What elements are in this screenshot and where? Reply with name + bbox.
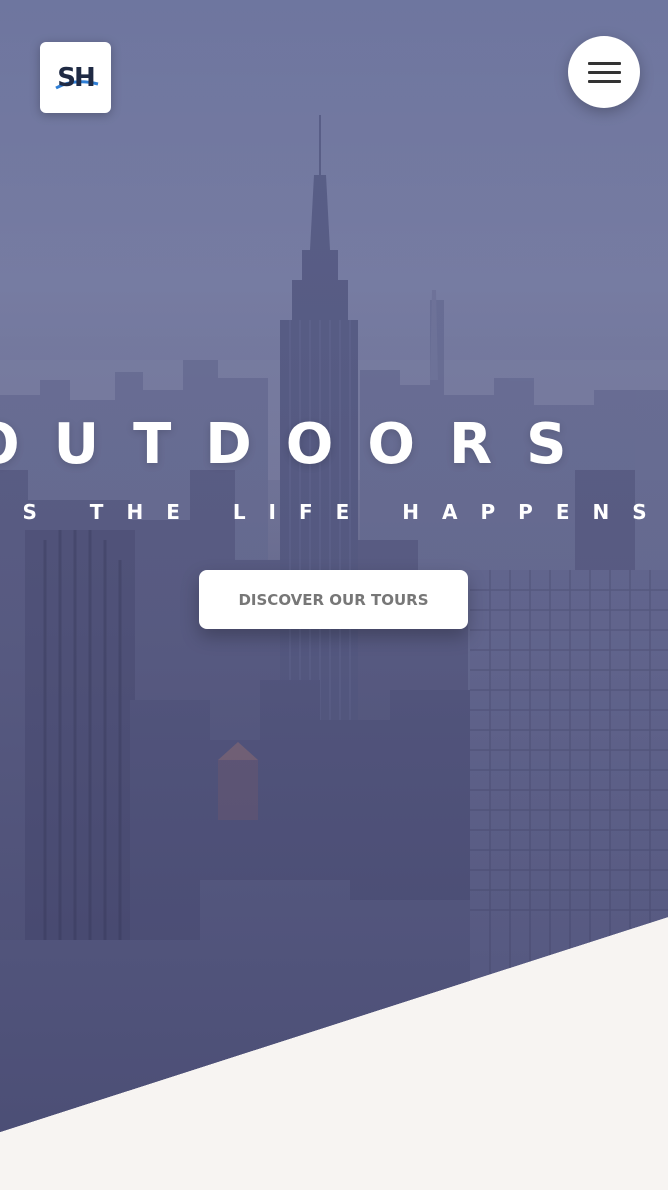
hero-subheadline: IS THE LIFE HAPPENS xyxy=(0,500,668,524)
hamburger-menu-icon-bar xyxy=(587,70,621,74)
site-logo[interactable]: SH xyxy=(40,42,111,113)
logo-text: SH xyxy=(57,62,95,93)
landing-page: SH OUTDOORS IS THE LIFE HAPPENS DISCOVER… xyxy=(0,0,668,1190)
menu-button[interactable] xyxy=(568,36,640,108)
hero-headline: OUTDOORS xyxy=(0,412,601,477)
hamburger-menu-icon-bar xyxy=(587,79,621,83)
hamburger-menu-icon xyxy=(587,61,621,65)
discover-tours-button[interactable]: DISCOVER OUR TOURS xyxy=(199,570,468,629)
